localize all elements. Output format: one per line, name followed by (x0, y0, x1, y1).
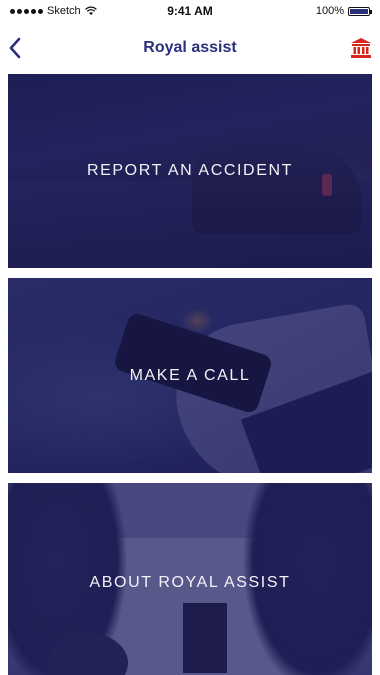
signal-icon (10, 8, 43, 14)
status-time: 9:41 AM (167, 4, 213, 18)
wifi-icon (84, 6, 97, 15)
status-left: Sketch (10, 5, 120, 17)
battery-percent: 100% (315, 5, 344, 17)
menu-tiles: REPORT AN ACCIDENT MAKE A CALL ABOUT ROY… (8, 74, 372, 675)
bank-icon (351, 38, 371, 58)
page-title: Royal assist (143, 39, 237, 56)
battery-icon (347, 6, 372, 16)
about-royal-assist-tile[interactable]: ABOUT ROYAL ASSIST (8, 483, 372, 675)
make-call-tile[interactable]: MAKE A CALL (8, 278, 372, 473)
report-accident-tile[interactable]: REPORT AN ACCIDENT (8, 74, 372, 268)
tile-label: MAKE A CALL (129, 366, 251, 384)
status-right: 100% (260, 5, 372, 17)
chevron-left-icon (9, 37, 21, 59)
bank-button[interactable] (342, 28, 372, 68)
nav-bar: Royal assist (8, 22, 372, 74)
battery-fill (349, 8, 368, 14)
app-screen: Sketch 9:41 AM 100% Royal assist REPORT … (0, 0, 380, 675)
tile-label: ABOUT ROYAL ASSIST (89, 574, 291, 591)
tile-label: REPORT AN ACCIDENT (86, 162, 294, 179)
status-bar: Sketch 9:41 AM 100% (8, 0, 372, 22)
back-button[interactable] (8, 28, 38, 68)
carrier-name: Sketch (47, 5, 81, 17)
